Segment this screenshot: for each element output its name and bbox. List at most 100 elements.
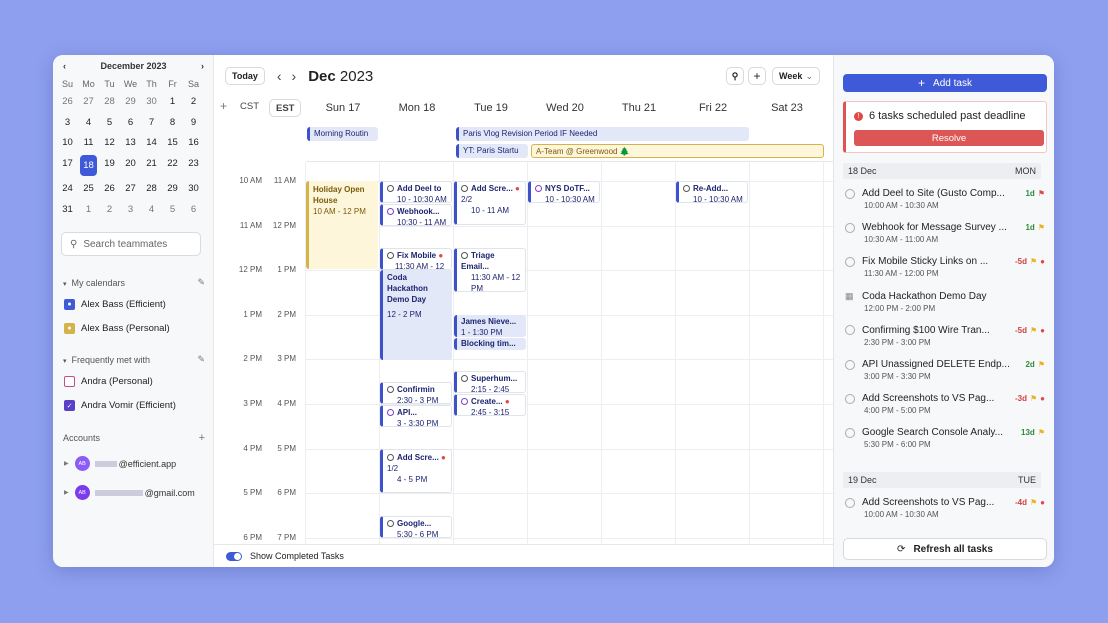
task-circle-icon[interactable] — [461, 398, 468, 405]
mini-calendar-day[interactable]: 26 — [57, 91, 78, 112]
mini-calendar-day[interactable]: 6 — [120, 112, 141, 133]
event-api[interactable]: API... 3 - 3:30 PM — [380, 405, 452, 427]
chevron-left-icon[interactable]: ‹ — [63, 61, 66, 71]
task-item[interactable]: Fix Mobile Sticky Links on ... -5d ⚑ ● 11:30… — [845, 256, 1045, 278]
task-checkbox[interactable] — [845, 393, 855, 404]
task-item[interactable]: API Unassigned DELETE Endp... 2d ⚑ 3:00 PM … — [845, 359, 1045, 381]
mini-calendar-day[interactable]: 4 — [78, 112, 99, 133]
resolve-button[interactable]: Resolve — [854, 130, 1044, 146]
refresh-tasks-button[interactable]: ⟳ Refresh all tasks — [843, 538, 1047, 560]
calendar-item-efficient[interactable]: ● Alex Bass (Efficient) — [64, 299, 166, 310]
mini-calendar-day[interactable]: 30 — [183, 178, 204, 199]
mini-calendar-day[interactable]: 22 — [162, 153, 183, 174]
task-checkbox[interactable] — [845, 188, 855, 199]
timezone-est[interactable]: EST — [269, 99, 302, 117]
event-triage[interactable]: Triage Email... 11:30 AM - 12 PM — [454, 248, 526, 292]
task-checkbox[interactable] — [845, 325, 855, 336]
task-circle-icon[interactable] — [461, 185, 468, 192]
mini-calendar-day[interactable]: 25 — [78, 178, 99, 199]
mini-calendar-day[interactable]: 3 — [57, 112, 78, 133]
event-addscre-mon[interactable]: Add Scre... ● 1/2 4 - 5 PM — [380, 449, 452, 493]
frequent-item-andra-efficient[interactable]: ✓ Andra Vomir (Efficient) — [64, 400, 176, 411]
add-button[interactable]: + — [748, 67, 766, 85]
event-readd[interactable]: Re-Add... 10 - 10:30 AM — [676, 181, 748, 203]
day-header[interactable]: Fri 22 — [676, 102, 750, 114]
mini-calendar-day[interactable]: 1 — [78, 199, 99, 220]
pencil-icon[interactable]: ✎ — [197, 277, 205, 288]
mini-calendar-day[interactable]: 11 — [78, 133, 99, 154]
event-addscre-tue[interactable]: Add Scre... ● 2/2 10 - 11 AM — [454, 181, 526, 225]
search-teammates-input[interactable]: ⚲ Search teammates — [61, 232, 201, 256]
mini-calendar-day[interactable]: 2 — [183, 91, 204, 112]
day-header[interactable]: Sat 23 — [750, 102, 824, 114]
day-header[interactable]: Mon 18 — [380, 102, 454, 114]
frequently-met-header[interactable]: ▾ Frequently met with ✎ — [63, 354, 205, 365]
account-item[interactable]: ▶ AB @gmail.com — [64, 485, 195, 500]
mini-calendar-day[interactable]: 16 — [183, 133, 204, 154]
allday-event-yt[interactable]: YT: Paris Startu — [456, 144, 528, 158]
add-task-button[interactable]: + Add task — [843, 74, 1047, 92]
task-circle-icon[interactable] — [387, 409, 394, 416]
task-checkbox[interactable] — [845, 256, 855, 267]
mini-calendar-day[interactable]: 4 — [141, 199, 162, 220]
mini-calendar-day[interactable]: 17 — [57, 153, 78, 174]
task-item[interactable]: Webhook for Message Survey ... 1d ⚑ 10:30 A… — [845, 222, 1045, 244]
allday-event-morning[interactable]: Morning Routin — [307, 127, 378, 141]
task-circle-icon[interactable] — [387, 208, 394, 215]
checkbox-unchecked[interactable] — [64, 376, 75, 387]
chevron-right-icon[interactable]: › — [292, 68, 297, 84]
event-james[interactable]: James Nieve... 1 - 1:30 PM — [454, 315, 526, 337]
mini-calendar-day[interactable]: 15 — [162, 133, 183, 154]
mini-calendar-day[interactable]: 31 — [57, 199, 78, 220]
my-calendars-header[interactable]: ▾ My calendars ✎ — [63, 277, 205, 288]
task-item[interactable]: Add Deel to Site (Gusto Comp... 1d ⚑ 10:00 … — [845, 188, 1045, 210]
task-circle-icon[interactable] — [387, 386, 394, 393]
event-webhook[interactable]: Webhook... 10:30 - 11 AM — [380, 204, 452, 226]
mini-calendar-day[interactable]: 2 — [99, 199, 120, 220]
chevron-left-icon[interactable]: ‹ — [277, 68, 282, 84]
task-circle-icon[interactable] — [387, 185, 394, 192]
mini-calendar-day[interactable]: 3 — [120, 199, 141, 220]
pencil-icon[interactable]: ✎ — [197, 354, 205, 365]
mini-calendar-day[interactable]: 5 — [162, 199, 183, 220]
task-circle-icon[interactable] — [461, 375, 468, 382]
mini-calendar-day[interactable]: 1 — [162, 91, 183, 112]
event-nys[interactable]: NYS DoTF... 10 - 10:30 AM — [528, 181, 600, 203]
mini-calendar-day[interactable]: 27 — [78, 91, 99, 112]
task-item[interactable]: ▦ Coda Hackathon Demo Day 12:00 PM - 2:00 … — [845, 291, 1045, 313]
task-checkbox[interactable] — [845, 359, 855, 370]
mini-calendar-day[interactable]: 8 — [162, 112, 183, 133]
today-button[interactable]: Today — [225, 67, 265, 85]
event-superhum[interactable]: Superhum...2:15 - 2:45 PM — [454, 371, 526, 393]
mini-calendar-day[interactable]: 27 — [120, 178, 141, 199]
day-header[interactable]: Tue 19 — [454, 102, 528, 114]
allday-event-ateam[interactable]: A-Team @ Greenwood 🌲 — [531, 144, 824, 158]
task-circle-icon[interactable] — [535, 185, 542, 192]
mini-calendar-day[interactable]: 9 — [183, 112, 204, 133]
event-confirming[interactable]: Confirmin 2:30 - 3 PM — [380, 382, 452, 404]
event-deel[interactable]: Add Deel to 10 - 10:30 AM — [380, 181, 452, 203]
mini-calendar-day[interactable]: 14 — [141, 133, 162, 154]
mini-calendar-day[interactable]: 26 — [99, 178, 120, 199]
day-header[interactable]: Wed 20 — [528, 102, 602, 114]
calendar-item-personal[interactable]: ● Alex Bass (Personal) — [64, 323, 170, 334]
event-fixmobile[interactable]: Fix Mobile ●11:30 AM - 12 PM — [380, 248, 452, 270]
mini-calendar-day[interactable]: 12 — [99, 133, 120, 154]
task-item[interactable]: Google Search Console Analy... 13d ⚑ 5:30 P… — [845, 427, 1045, 449]
show-completed-toggle[interactable] — [226, 551, 242, 561]
task-circle-icon[interactable] — [461, 252, 468, 259]
plus-icon[interactable]: + — [220, 99, 227, 113]
mini-calendar-day[interactable]: 29 — [162, 178, 183, 199]
plus-icon[interactable]: + — [199, 432, 205, 444]
mini-calendar-day[interactable]: 21 — [141, 153, 162, 174]
mini-calendar-day[interactable]: 28 — [99, 91, 120, 112]
mini-calendar-day[interactable]: 23 — [183, 153, 204, 174]
task-circle-icon[interactable] — [387, 252, 394, 259]
day-header[interactable]: Thu 21 — [602, 102, 676, 114]
view-select[interactable]: Week ⌄ — [772, 67, 820, 85]
task-circle-icon[interactable] — [387, 454, 394, 461]
event-coda[interactable]: Coda Hackathon Demo Day 12 - 2 PM — [380, 270, 452, 360]
mini-calendar-day[interactable]: 18 — [80, 155, 97, 177]
mini-calendar-day[interactable]: 20 — [120, 153, 141, 174]
mini-calendar-day[interactable]: 13 — [120, 133, 141, 154]
